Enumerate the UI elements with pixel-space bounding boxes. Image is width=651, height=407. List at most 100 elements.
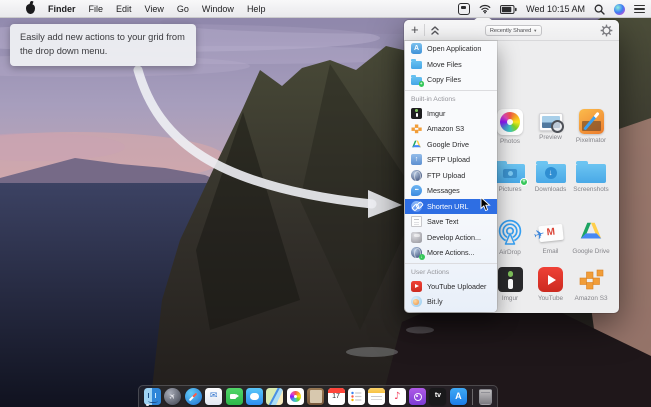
grid-tile-downloads[interactable]: ↓ Downloads bbox=[531, 159, 571, 193]
collection-selector-label: Recently Shared bbox=[490, 28, 531, 34]
builtin-actions-header: Built-in Actions bbox=[405, 93, 497, 106]
expand-button[interactable] bbox=[425, 25, 445, 36]
dock-app-store-icon[interactable] bbox=[450, 388, 467, 405]
dock-tv-icon[interactable] bbox=[429, 388, 446, 405]
dock-contacts-icon[interactable] bbox=[307, 388, 324, 405]
battery-icon[interactable] bbox=[500, 5, 517, 14]
menu-item-more-actions[interactable]: More Actions... bbox=[405, 245, 497, 261]
menubar-item-file[interactable]: File bbox=[89, 4, 104, 14]
menubar-item-go[interactable]: Go bbox=[177, 4, 189, 14]
dock-reminders-icon[interactable] bbox=[348, 388, 365, 405]
grid-tile-amazon-s3[interactable]: Amazon S3 bbox=[571, 267, 611, 302]
dock-messages-icon[interactable] bbox=[246, 388, 263, 405]
apple-menu-icon[interactable] bbox=[26, 4, 35, 14]
google-drive-icon bbox=[578, 219, 604, 245]
menu-item-label: Amazon S3 bbox=[427, 124, 464, 133]
menubar-item-view[interactable]: View bbox=[145, 4, 164, 14]
menu-item-youtube-uploader[interactable]: YouTube Uploader bbox=[405, 279, 497, 295]
downloads-folder-icon: ↓ bbox=[536, 164, 566, 183]
grid-tile-screenshots[interactable]: Screenshots bbox=[571, 159, 611, 193]
tile-label: Email bbox=[543, 248, 559, 255]
search-icon[interactable] bbox=[594, 4, 605, 15]
menu-item-sftp-upload[interactable]: SFTP Upload bbox=[405, 152, 497, 168]
dropshare-menubar-icon[interactable] bbox=[458, 3, 470, 15]
menu-item-label: Google Drive bbox=[427, 140, 469, 149]
menu-bar: Finder File Edit View Go Window Help Wed… bbox=[0, 0, 651, 18]
dock-trash-icon[interactable] bbox=[479, 389, 492, 405]
menu-item-label: FTP Upload bbox=[427, 171, 465, 180]
grid-row: Imgur YouTube Amazon S3 bbox=[490, 267, 611, 302]
caret-down-icon: ▼ bbox=[533, 28, 537, 33]
menu-item-imgur[interactable]: Imgur bbox=[405, 106, 497, 122]
more-actions-globe-icon bbox=[411, 247, 422, 258]
grid-tile-preview[interactable]: Preview bbox=[531, 109, 571, 145]
menubar-app-name[interactable]: Finder bbox=[48, 4, 76, 14]
grid-tile-email[interactable]: M✈ Email bbox=[531, 219, 571, 256]
tile-label: Pictures bbox=[498, 186, 521, 193]
menu-item-label: Bit.ly bbox=[427, 297, 443, 306]
user-actions-header: User Actions bbox=[405, 266, 497, 279]
menu-item-save-text[interactable]: Save Text bbox=[405, 214, 497, 230]
tile-label: Imgur bbox=[502, 295, 518, 302]
dock-separator bbox=[472, 389, 473, 405]
menu-item-label: Imgur bbox=[427, 109, 445, 118]
menu-item-develop-action[interactable]: Develop Action... bbox=[405, 230, 497, 246]
youtube-icon bbox=[411, 281, 422, 292]
dock-finder-icon[interactable] bbox=[144, 388, 161, 405]
dock-photos-icon[interactable] bbox=[287, 388, 304, 405]
tile-label: Screenshots bbox=[573, 186, 609, 193]
add-action-dropdown-menu: Open Application Move Files Copy Files B… bbox=[405, 41, 497, 312]
mouse-cursor bbox=[480, 197, 491, 212]
dock-notes-icon[interactable] bbox=[368, 388, 385, 405]
dock-mail-icon[interactable] bbox=[205, 388, 222, 405]
menu-item-open-application[interactable]: Open Application bbox=[405, 41, 497, 57]
grid-row: AirDrop M✈ Email Google Drive bbox=[490, 219, 611, 256]
dock-launchpad-icon[interactable] bbox=[164, 388, 181, 405]
menubar-clock[interactable]: Wed 10:15 AM bbox=[526, 4, 585, 14]
grid-row: + Pictures ↓ Downloads Screenshots bbox=[490, 159, 611, 193]
siri-icon[interactable] bbox=[614, 4, 625, 15]
airdrop-icon bbox=[497, 219, 523, 246]
dock-maps-icon[interactable] bbox=[266, 388, 283, 405]
dock-facetime-icon[interactable] bbox=[226, 388, 243, 405]
settings-button[interactable] bbox=[600, 24, 613, 42]
tile-label: Amazon S3 bbox=[574, 295, 607, 302]
shorten-url-link-icon bbox=[411, 201, 422, 212]
ftp-upload-globe-icon bbox=[411, 170, 422, 181]
tile-label: YouTube bbox=[538, 295, 563, 302]
add-action-button[interactable]: + bbox=[404, 21, 424, 40]
menu-item-label: Messages bbox=[427, 186, 460, 195]
menu-item-label: SFTP Upload bbox=[427, 155, 470, 164]
open-application-icon bbox=[411, 43, 422, 54]
notification-center-icon[interactable] bbox=[634, 5, 645, 13]
save-text-page-icon bbox=[411, 216, 422, 227]
photos-icon bbox=[497, 109, 523, 135]
menu-item-bitly[interactable]: Bit.ly bbox=[405, 294, 497, 310]
move-files-folder-icon bbox=[411, 61, 422, 69]
email-icon: M✈ bbox=[537, 221, 565, 245]
google-drive-icon bbox=[411, 139, 422, 150]
menu-separator bbox=[405, 263, 497, 264]
menu-item-google-drive[interactable]: Google Drive bbox=[405, 137, 497, 153]
calendar-day: 17 bbox=[328, 393, 345, 400]
dock-safari-icon[interactable] bbox=[185, 388, 202, 405]
menu-item-label: Develop Action... bbox=[427, 233, 481, 242]
menu-item-amazon-s3[interactable]: Amazon S3 bbox=[405, 121, 497, 137]
menubar-item-window[interactable]: Window bbox=[202, 4, 234, 14]
tutorial-tooltip: Easily add new actions to your grid from… bbox=[10, 24, 196, 66]
dock-calendar-icon[interactable]: 17 bbox=[328, 388, 345, 405]
dock-podcasts-icon[interactable] bbox=[409, 388, 426, 405]
grid-tile-pixelmator[interactable]: Pixelmator bbox=[571, 109, 611, 145]
dock-music-icon[interactable] bbox=[389, 388, 406, 405]
menu-item-ftp-upload[interactable]: FTP Upload bbox=[405, 168, 497, 184]
imgur-icon bbox=[411, 108, 422, 119]
menubar-item-edit[interactable]: Edit bbox=[116, 4, 132, 14]
wifi-icon[interactable] bbox=[479, 4, 491, 14]
menu-item-move-files[interactable]: Move Files bbox=[405, 57, 497, 73]
collection-selector[interactable]: Recently Shared ▼ bbox=[485, 25, 542, 36]
grid-tile-google-drive[interactable]: Google Drive bbox=[571, 219, 611, 256]
menubar-item-help[interactable]: Help bbox=[247, 4, 266, 14]
tile-label: AirDrop bbox=[499, 249, 521, 256]
menu-item-copy-files[interactable]: Copy Files bbox=[405, 72, 497, 88]
grid-tile-youtube[interactable]: YouTube bbox=[531, 267, 571, 302]
